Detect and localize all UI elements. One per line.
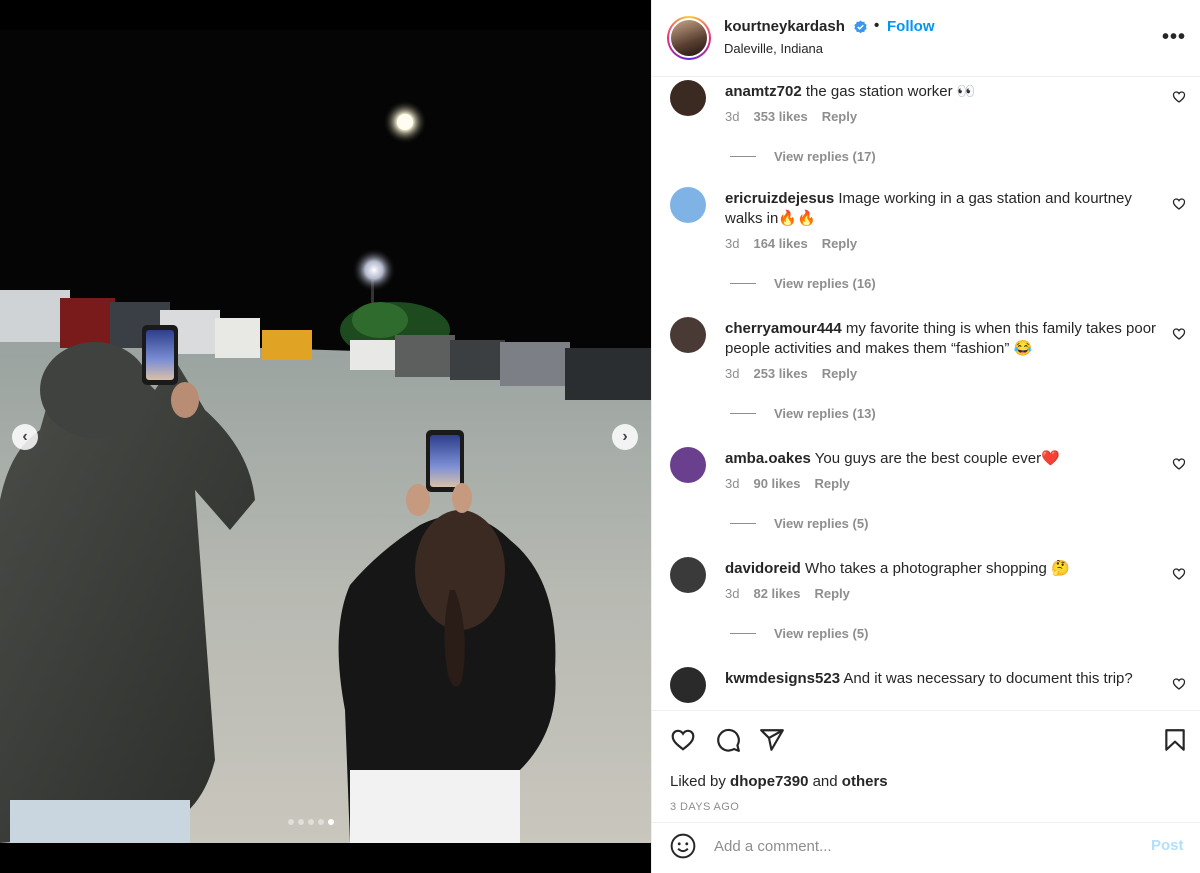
- liked-by-others[interactable]: others: [842, 773, 888, 790]
- view-replies-label: View replies (5): [774, 516, 869, 531]
- comment-meta: 3d 82 likes Reply: [725, 586, 850, 601]
- comment-body: the gas station worker 👀: [805, 83, 976, 100]
- comment-likes[interactable]: 82 likes: [753, 586, 800, 601]
- replies-divider-line: [730, 283, 756, 284]
- comment-reply-button[interactable]: Reply: [814, 476, 849, 491]
- commenter-avatar[interactable]: [670, 187, 706, 223]
- view-replies-label: View replies (5): [774, 626, 869, 641]
- liked-by: Liked by dhope7390 and others: [670, 773, 888, 790]
- comment-reply-button[interactable]: Reply: [822, 366, 857, 381]
- author-username[interactable]: kourtneykardash: [724, 18, 845, 35]
- post-date[interactable]: 3 DAYS AGO: [670, 801, 739, 813]
- post-photo: [0, 30, 651, 843]
- comment-likes[interactable]: 353 likes: [753, 109, 807, 124]
- night-parking-lot-image: [0, 30, 651, 843]
- liked-by-user[interactable]: dhope7390: [730, 773, 808, 790]
- commenter-username[interactable]: cherryamour444: [725, 320, 842, 337]
- comment-reply-button[interactable]: Reply: [822, 109, 857, 124]
- comment-body: You guys are the best couple ever❤️: [814, 450, 1060, 467]
- commenter-avatar[interactable]: [670, 557, 706, 593]
- comment-like-heart-icon[interactable]: [1172, 197, 1186, 211]
- post-side-panel: kourtneykardash • Follow Daleville, Indi…: [651, 0, 1200, 873]
- commenter-username[interactable]: davidoreid: [725, 560, 801, 577]
- comment-age[interactable]: 3d: [725, 109, 739, 124]
- comment-text: ericruizdejesus Image working in a gas s…: [725, 189, 1165, 229]
- commenter-avatar[interactable]: [670, 667, 706, 703]
- comment-age[interactable]: 3d: [725, 586, 739, 601]
- chevron-right-icon[interactable]: ›: [612, 424, 638, 450]
- post-actions: Liked by dhope7390 and others 3 DAYS AGO: [652, 710, 1200, 823]
- comment-reply-button[interactable]: Reply: [814, 586, 849, 601]
- commenter-avatar[interactable]: [670, 317, 706, 353]
- replies-divider-line: [730, 413, 756, 414]
- view-replies-button[interactable]: View replies (5): [730, 516, 868, 531]
- replies-divider-line: [730, 633, 756, 634]
- commenter-avatar[interactable]: [670, 80, 706, 116]
- replies-divider-line: [730, 523, 756, 524]
- comment-meta: 3d 164 likes Reply: [725, 236, 857, 251]
- comments-list: anamtz702 the gas station worker 👀 3d 353 …: [652, 77, 1200, 709]
- comment-like-heart-icon[interactable]: [1172, 457, 1186, 471]
- carousel-dot: [308, 819, 314, 825]
- comment-likes[interactable]: 90 likes: [753, 476, 800, 491]
- author-avatar[interactable]: [667, 16, 711, 60]
- carousel-dot: [298, 819, 304, 825]
- commenter-avatar[interactable]: [670, 447, 706, 483]
- comment-likes[interactable]: 253 likes: [753, 366, 807, 381]
- comment-text: cherryamour444 my favorite thing is when…: [725, 319, 1165, 359]
- more-icon[interactable]: •••: [1162, 26, 1186, 49]
- comment-like-heart-icon[interactable]: [1172, 90, 1186, 104]
- post-media: ‹ ›: [0, 0, 651, 873]
- carousel-dot: [318, 819, 324, 825]
- replies-divider-line: [730, 156, 756, 157]
- commenter-username[interactable]: kwmdesigns523: [725, 670, 840, 687]
- carousel-dot-active: [328, 819, 334, 825]
- comment-like-heart-icon[interactable]: [1172, 677, 1186, 691]
- add-comment-bar: Post: [652, 822, 1200, 873]
- share-icon[interactable]: [759, 727, 785, 753]
- carousel-dots: [288, 819, 334, 825]
- view-replies-button[interactable]: View replies (13): [730, 406, 876, 421]
- follow-button[interactable]: Follow: [887, 18, 935, 35]
- comment-text: anamtz702 the gas station worker 👀: [725, 82, 1165, 102]
- carousel-dot: [288, 819, 294, 825]
- comment-body: Who takes a photographer shopping 🤔: [805, 560, 1070, 577]
- emoji-icon[interactable]: [670, 833, 696, 859]
- chevron-left-icon[interactable]: ‹: [12, 424, 38, 450]
- post-header: kourtneykardash • Follow Daleville, Indi…: [652, 0, 1200, 77]
- comment-text: kwmdesigns523 And it was necessary to do…: [725, 669, 1165, 689]
- commenter-username[interactable]: ericruizdejesus: [725, 190, 834, 207]
- view-replies-button[interactable]: View replies (5): [730, 626, 868, 641]
- comment-meta: 3d 90 likes Reply: [725, 476, 850, 491]
- comment-meta: 3d 353 likes Reply: [725, 109, 857, 124]
- comment-likes[interactable]: 164 likes: [753, 236, 807, 251]
- comment-input[interactable]: [714, 835, 1134, 857]
- comment-like-heart-icon[interactable]: [1172, 327, 1186, 341]
- view-replies-label: View replies (16): [774, 276, 876, 291]
- commenter-username[interactable]: anamtz702: [725, 83, 802, 100]
- comment-age[interactable]: 3d: [725, 476, 739, 491]
- comment-age[interactable]: 3d: [725, 236, 739, 251]
- comment-text: davidoreid Who takes a photographer shop…: [725, 559, 1165, 579]
- view-replies-label: View replies (13): [774, 406, 876, 421]
- post-location[interactable]: Daleville, Indiana: [724, 41, 823, 56]
- comment-text: amba.oakes You guys are the best couple …: [725, 449, 1165, 469]
- liked-by-and: and: [812, 773, 838, 790]
- comment-icon[interactable]: [715, 727, 741, 753]
- verified-badge-icon: [854, 20, 867, 34]
- view-replies-label: View replies (17): [774, 149, 876, 164]
- commenter-username[interactable]: amba.oakes: [725, 450, 811, 467]
- separator-dot: •: [874, 17, 880, 34]
- comment-age[interactable]: 3d: [725, 366, 739, 381]
- heart-icon[interactable]: [670, 727, 696, 753]
- comment-body: And it was necessary to document this tr…: [843, 670, 1133, 687]
- post-comment-button[interactable]: Post: [1151, 837, 1184, 854]
- comment-reply-button[interactable]: Reply: [822, 236, 857, 251]
- liked-by-prefix: Liked by: [670, 773, 726, 790]
- bookmark-icon[interactable]: [1162, 727, 1188, 753]
- view-replies-button[interactable]: View replies (16): [730, 276, 876, 291]
- comment-like-heart-icon[interactable]: [1172, 567, 1186, 581]
- view-replies-button[interactable]: View replies (17): [730, 149, 876, 164]
- comment-meta: 3d 253 likes Reply: [725, 366, 857, 381]
